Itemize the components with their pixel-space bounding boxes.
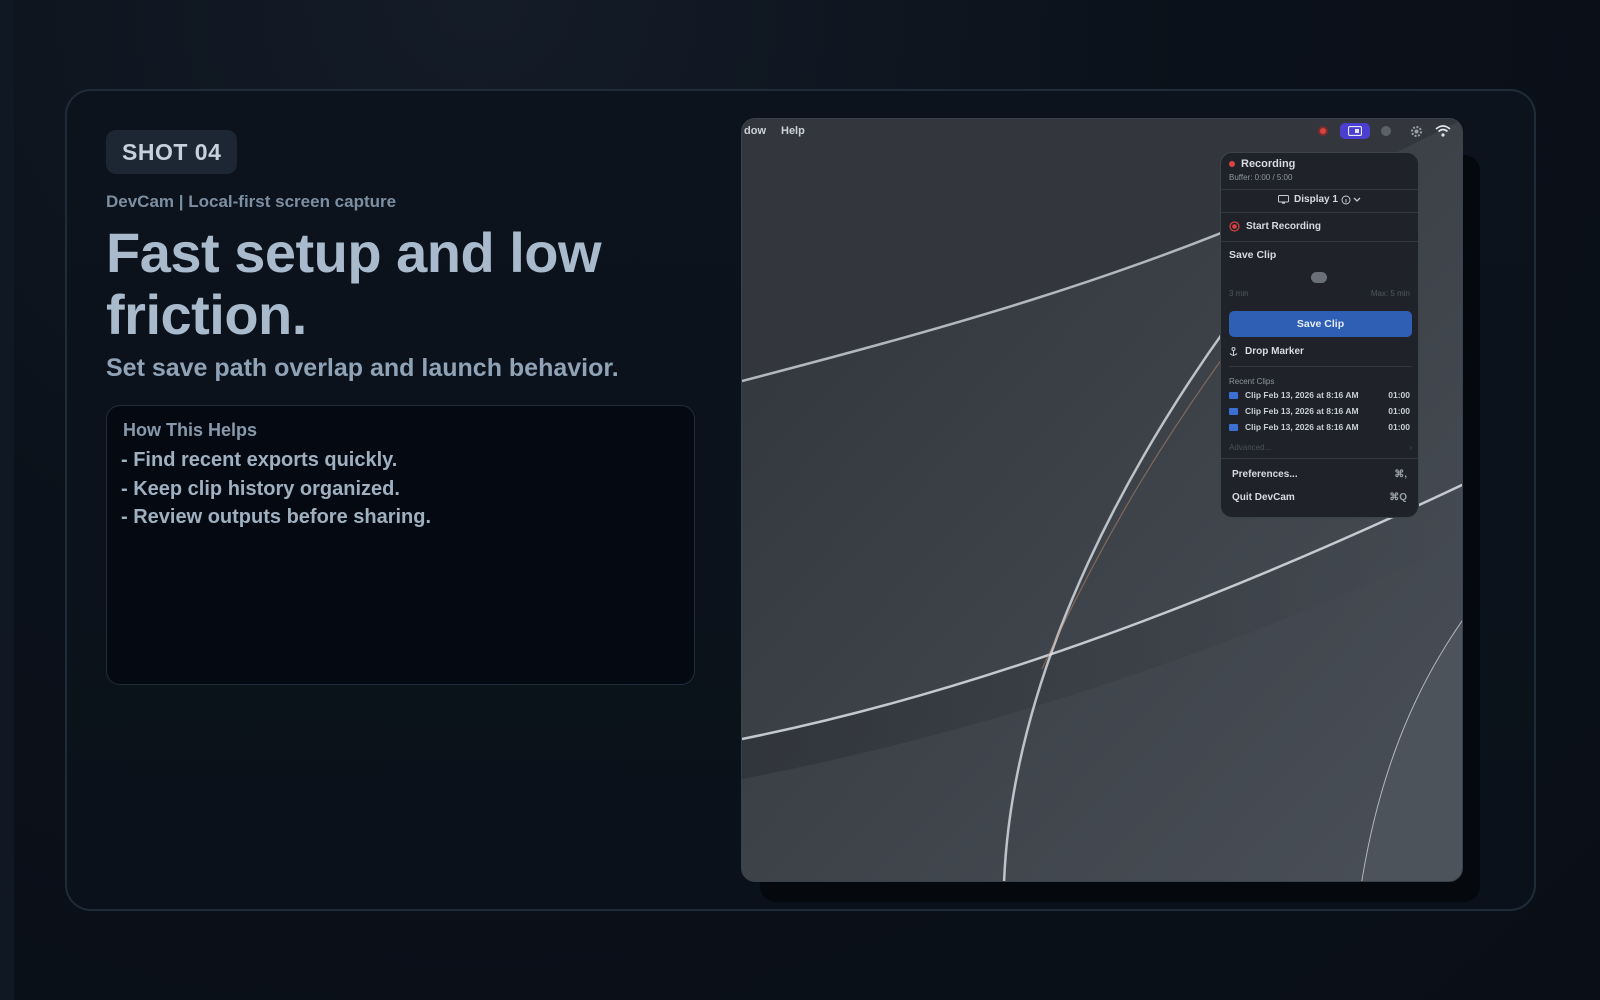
film-icon [1229,423,1238,431]
divider [1221,241,1418,242]
divider [1221,189,1418,190]
recent-clip-item[interactable]: Clip Feb 13, 2026 at 8:16 AM 01:00 [1229,420,1410,434]
circle-icon[interactable] [1378,123,1394,139]
recording-status: Recording [1229,158,1426,170]
drop-marker-label: Drop Marker [1245,346,1304,357]
quit-label: Quit DevCam [1232,492,1295,503]
divider [1221,212,1418,213]
left-edge-strip [0,0,14,1000]
anchor-icon [1229,346,1238,356]
divider [1229,366,1412,367]
buffer-status: Buffer: 0:00 / 5:00 [1229,173,1293,182]
film-icon [1229,391,1238,399]
preferences-menu-item[interactable]: Preferences... ⌘, [1232,469,1407,480]
shot-badge: SHOT 04 [106,130,238,174]
preferences-shortcut: ⌘, [1394,469,1407,480]
quit-menu-item[interactable]: Quit DevCam ⌘Q [1232,492,1407,503]
desktop-screenshot: dow Help Recording Buffer: 0:00 / 5:00 D… [741,118,1463,882]
slider-max-label: Max: 5 min [1370,289,1410,298]
save-clip-button[interactable]: Save Clip [1229,311,1412,337]
clip-duration: 01:00 [1388,422,1410,432]
wifi-icon[interactable] [1435,123,1451,139]
clip-length-slider[interactable] [1221,271,1418,283]
tagline: Set save path overlap and launch behavio… [106,354,619,382]
drop-marker-button[interactable]: Drop Marker [1229,346,1426,357]
display-select[interactable]: Display 1 [1221,194,1418,205]
display-select-value: Display 1 [1294,194,1338,205]
helps-title: How This Helps [123,420,258,440]
clip-duration: 01:00 [1388,406,1410,416]
quit-shortcut: ⌘Q [1389,492,1407,503]
helps-list: - Find recent exports quickly. - Keep cl… [121,446,431,532]
how-this-helps-panel: How This Helps - Find recent exports qui… [106,405,695,685]
recent-clips-heading: Recent Clips [1229,377,1275,386]
info-icon [1341,195,1351,204]
recent-clip-item[interactable]: Clip Feb 13, 2026 at 8:16 AM 01:00 [1229,388,1410,402]
list-item: - Review outputs before sharing. [121,506,432,528]
list-item: - Keep clip history organized. [121,477,400,500]
recording-status-title: Recording [1241,158,1296,170]
film-icon [1229,407,1238,415]
recent-clip-item[interactable]: Clip Feb 13, 2026 at 8:16 AM 01:00 [1229,404,1410,418]
clip-name: Clip Feb 13, 2026 at 8:16 AM [1245,422,1359,432]
record-status-icon[interactable] [1315,123,1331,139]
gear-icon[interactable] [1408,123,1424,139]
clip-duration: 01:00 [1388,390,1410,400]
save-clip-heading: Save Clip [1229,249,1277,261]
clip-name: Clip Feb 13, 2026 at 8:16 AM [1245,390,1359,400]
product-subtitle: DevCam | Local-first screen capture [106,192,397,211]
devcam-menu-icon[interactable] [1340,123,1370,139]
devcam-popover: Recording Buffer: 0:00 / 5:00 Display 1 … [1220,152,1419,518]
list-item: - Find recent exports quickly. [121,449,398,471]
preferences-label: Preferences... [1232,469,1298,480]
advanced-disclosure[interactable]: Advanced... › [1229,443,1412,452]
record-icon [1229,221,1240,232]
start-recording-label: Start Recording [1246,221,1322,232]
monitor-icon [1278,195,1290,204]
clip-name: Clip Feb 13, 2026 at 8:16 AM [1245,406,1359,416]
recording-dot-icon [1229,161,1235,167]
headline: Fast setup and low friction. [106,221,602,346]
menu-bar: dow Help [742,119,1462,143]
divider [1221,458,1418,459]
menu-help[interactable]: Help [781,125,805,137]
slider-thumb[interactable] [1311,272,1327,283]
menu-window[interactable]: dow [744,125,766,137]
start-recording-button[interactable]: Start Recording [1229,221,1426,232]
chevron-down-icon [1353,197,1361,202]
advanced-label: Advanced... [1229,443,1272,452]
chevron-right-icon: › [1409,443,1412,452]
